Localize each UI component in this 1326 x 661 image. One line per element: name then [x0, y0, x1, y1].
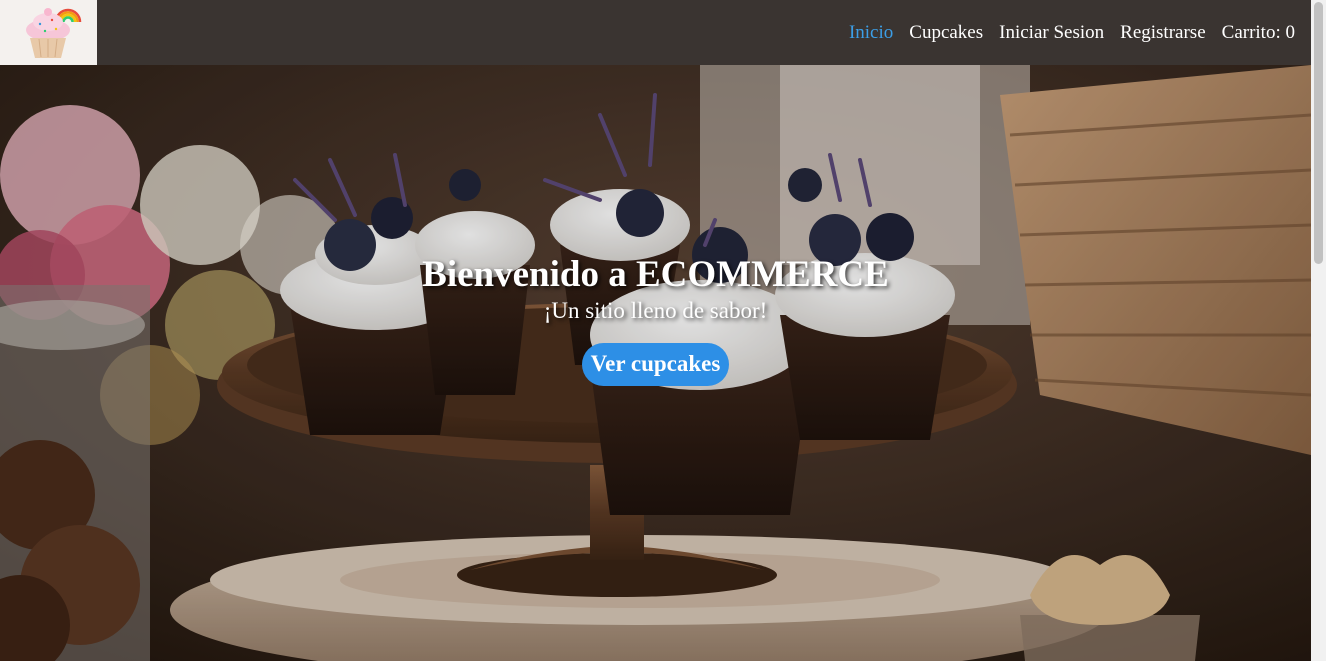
- nav-link-carrito[interactable]: Carrito: 0: [1222, 23, 1295, 42]
- cupcake-rainbow-icon: [0, 0, 97, 65]
- logo[interactable]: [0, 0, 97, 65]
- top-navbar: Inicio Cupcakes Iniciar Sesion Registrar…: [0, 0, 1311, 65]
- nav-links: Inicio Cupcakes Iniciar Sesion Registrar…: [833, 0, 1311, 65]
- hero-title: Bienvenido a ECOMMERCE: [422, 254, 889, 295]
- hero-subtitle: ¡Un sitio lleno de sabor!: [543, 297, 768, 323]
- hero-banner: Bienvenido a ECOMMERCE ¡Un sitio lleno d…: [0, 65, 1311, 661]
- ver-cupcakes-button[interactable]: Ver cupcakes: [581, 342, 730, 386]
- nav-link-iniciar-sesion[interactable]: Iniciar Sesion: [999, 23, 1104, 42]
- page-scrollbar[interactable]: [1311, 0, 1326, 661]
- nav-link-cupcakes[interactable]: Cupcakes: [909, 23, 983, 42]
- nav-link-inicio[interactable]: Inicio: [849, 23, 893, 42]
- nav-link-registrarse[interactable]: Registrarse: [1120, 23, 1205, 42]
- hero-content: Bienvenido a ECOMMERCE ¡Un sitio lleno d…: [0, 65, 1311, 661]
- scrollbar-thumb[interactable]: [1314, 2, 1323, 264]
